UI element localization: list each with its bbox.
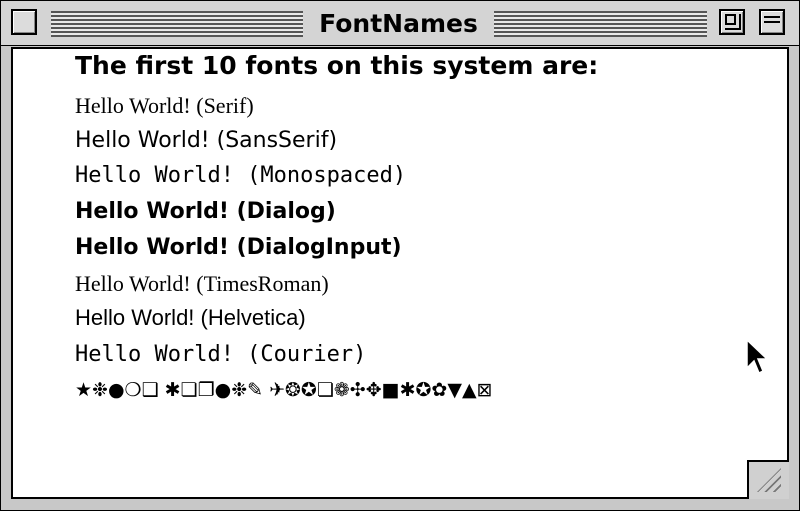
font-sample-helvetica: Hello World! (Helvetica) [75, 305, 306, 330]
window-title: FontNames [303, 5, 494, 43]
shade-line-middle [764, 21, 780, 23]
title-bar[interactable]: FontNames [1, 1, 799, 46]
font-sample-dialoginput: Hello World! (DialogInput) [75, 235, 402, 260]
shade-line-top [764, 16, 780, 18]
font-sample-monospaced: Hello World! (Monospaced) [75, 163, 407, 188]
font-sample-dialog: Hello World! (Dialog) [75, 199, 336, 224]
zoom-box-icon[interactable] [719, 9, 745, 35]
font-sample-courier: Hello World! (Courier) [75, 342, 367, 367]
zoom-inner-square [725, 14, 736, 25]
windowshade-box-icon[interactable] [759, 9, 785, 35]
close-box-icon[interactable] [11, 9, 37, 35]
font-sample-sansserif: Hello World! (SansSerif) [75, 128, 338, 153]
resize-grip-icon[interactable] [747, 460, 789, 499]
font-sample-serif: Hello World! (Serif) [75, 93, 254, 118]
title-bar-stripes-left [51, 11, 303, 37]
arrow-cursor-icon [746, 338, 769, 375]
font-list-heading: The first 10 fonts on this system are: [75, 51, 599, 80]
font-sample-timesroman: Hello World! (TimesRoman) [75, 271, 329, 296]
resize-grip-lines [757, 468, 781, 492]
title-bar-stripes-right [494, 11, 707, 37]
font-sample-dingbats: ★❉●❍❑ ✱❏❐●❉✎ ✈❂✪❏❁✣✥■✱✪✿▼▲⊠ [75, 379, 493, 401]
fontnames-window: FontNames The first 10 fonts on this sys… [0, 0, 800, 511]
